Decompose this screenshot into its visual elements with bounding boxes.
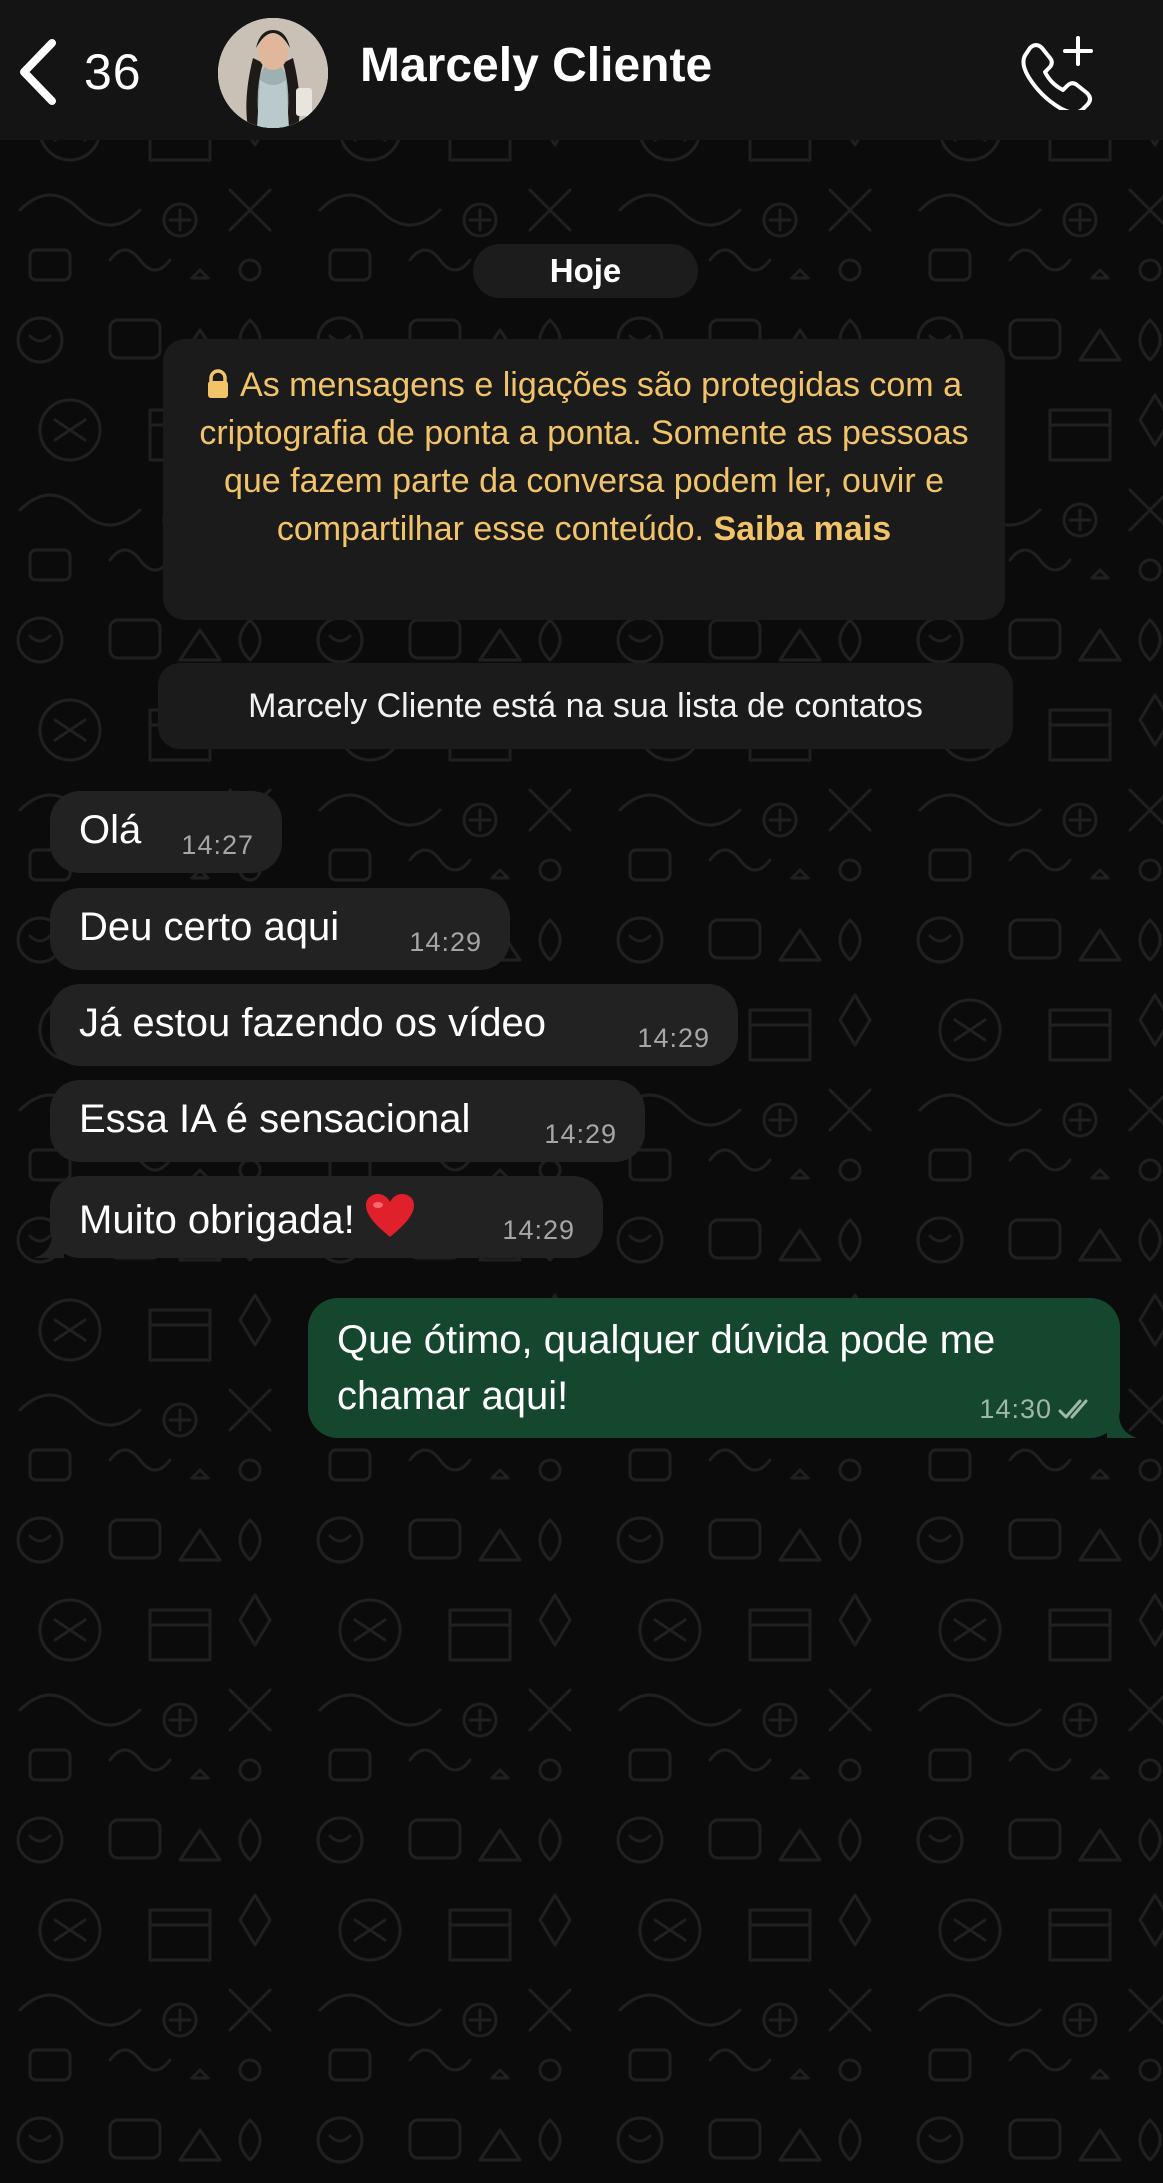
phone-plus-icon [1021,36,1093,115]
contact-notice-text: Marcely Cliente está na sua lista de con… [248,686,923,725]
contact-name[interactable]: Marcely Cliente [360,38,712,93]
learn-more-link[interactable]: Saiba mais [713,510,891,548]
avatar[interactable] [218,18,328,128]
message-time: 14:29 [502,1215,575,1245]
message-bubble-incoming[interactable]: Deu certo aqui 14:29 [50,888,510,970]
message-bubble-incoming[interactable]: Essa IA é sensacional 14:29 [50,1080,645,1162]
add-call-button[interactable] [1018,34,1096,115]
message-time: 14:29 [544,1119,617,1149]
message-bubble-incoming[interactable]: Já estou fazendo os vídeo 14:29 [50,984,738,1066]
message-text: Já estou fazendo os vídeo [79,1001,546,1045]
lock-icon [208,369,229,398]
message-time: 14:30 [979,1394,1052,1424]
unread-count: 36 [84,44,142,100]
heart-emoji-icon [365,1194,414,1237]
bubble-tail [34,1228,64,1258]
message-time: 14:29 [637,1023,710,1053]
bubble-tail [1107,1408,1137,1438]
message-bubble-incoming[interactable]: Muito obrigada! 14:29 [34,1176,603,1258]
message-bubble-outgoing[interactable]: Que ótimo, qualquer dúvida pode me chama… [308,1298,1137,1438]
avatar-photo [218,18,328,128]
chevron-left-icon [20,39,56,105]
message-text: Muito obrigada! [79,1193,415,1243]
date-divider: Hoje [473,244,698,298]
message-time: 14:27 [181,830,254,860]
message-text: Olá [79,808,142,852]
message-bubble-incoming[interactable]: Olá 14:27 [50,791,282,873]
message-text: Essa IA é sensacional [79,1097,471,1141]
message-time: 14:29 [409,927,482,957]
message-text: Deu certo aqui [79,905,340,949]
encryption-notice[interactable]: As mensagens e ligações são protegidas c… [163,339,1005,620]
contact-notice: Marcely Cliente está na sua lista de con… [158,663,1013,749]
chat-header: 36 Marcely Cliente [0,0,1163,140]
back-button[interactable]: 36 [18,32,142,112]
read-double-check-icon [1058,1399,1088,1419]
